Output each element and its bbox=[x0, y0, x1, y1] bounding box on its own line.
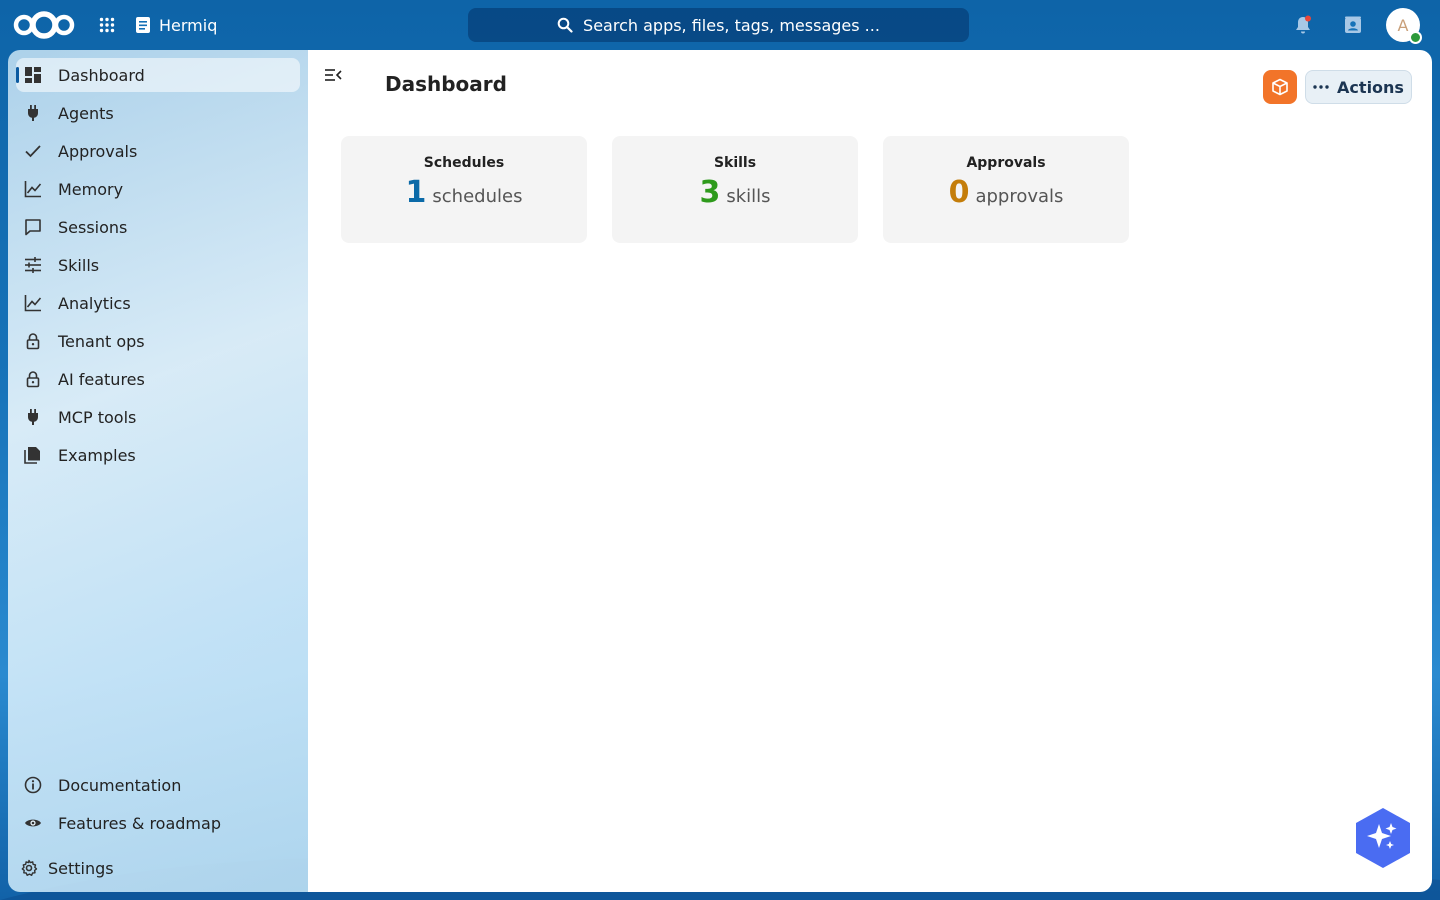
sidebar-item-label: Features & roadmap bbox=[58, 813, 221, 833]
current-app[interactable]: Hermiq bbox=[135, 13, 217, 37]
chart-line-icon bbox=[24, 294, 42, 312]
avatar-initial: A bbox=[1397, 15, 1409, 35]
sidebar-item-label: MCP tools bbox=[58, 407, 137, 427]
search-icon bbox=[557, 17, 573, 33]
gear-icon bbox=[20, 859, 38, 877]
sidebar-item-label: Settings bbox=[48, 858, 114, 878]
sidebar-item-skills[interactable]: Skills bbox=[16, 248, 300, 282]
eye-icon bbox=[24, 814, 42, 832]
card-value: 1 bbox=[405, 175, 427, 210]
sidebar-item-label: Dashboard bbox=[58, 65, 145, 85]
sidebar-item-label: Approvals bbox=[58, 141, 138, 161]
sidebar-item-tenant-ops[interactable]: Tenant ops bbox=[16, 324, 300, 358]
more-horizontal-icon bbox=[1313, 85, 1329, 89]
top-bar: Hermiq Search apps, files, tags, message… bbox=[0, 0, 1440, 50]
sidebar-item-agents[interactable]: Agents bbox=[16, 96, 300, 130]
card-value: 3 bbox=[699, 175, 721, 210]
plug-icon bbox=[24, 408, 42, 426]
app-name-label: Hermiq bbox=[159, 15, 218, 35]
sidebar-item-label: Sessions bbox=[58, 217, 128, 237]
sidebar-item-mcp-tools[interactable]: MCP tools bbox=[16, 400, 300, 434]
message-square-icon bbox=[24, 218, 42, 236]
cube-icon bbox=[1272, 78, 1288, 96]
sidebar-item-examples[interactable]: Examples bbox=[16, 438, 300, 472]
sidebar-item-settings[interactable]: Settings bbox=[12, 851, 296, 885]
sidebar-item-documentation[interactable]: Documentation bbox=[16, 768, 300, 802]
sidebar-item-dashboard[interactable]: Dashboard bbox=[16, 58, 300, 92]
sidebar-item-analytics[interactable]: Analytics bbox=[16, 286, 300, 320]
sidebar-item-sessions[interactable]: Sessions bbox=[16, 210, 300, 244]
chart-line-icon bbox=[24, 180, 42, 198]
documents-icon bbox=[24, 446, 42, 464]
nextcloud-logo[interactable] bbox=[12, 9, 76, 41]
plug-icon bbox=[24, 104, 42, 122]
sidebar-item-features-roadmap[interactable]: Features & roadmap bbox=[16, 806, 300, 840]
actions-button[interactable]: Actions bbox=[1305, 70, 1412, 104]
sidebar-item-label: AI features bbox=[58, 369, 145, 389]
card-unit: approvals bbox=[975, 186, 1064, 207]
lock-icon bbox=[24, 332, 42, 350]
notifications-bell-icon[interactable] bbox=[1292, 14, 1314, 36]
online-status-badge bbox=[1409, 31, 1422, 44]
contacts-icon[interactable] bbox=[1342, 14, 1364, 36]
search-input[interactable]: Search apps, files, tags, messages ... bbox=[468, 8, 969, 42]
main-content: Dashboard Actions Schedules 1 schedules … bbox=[308, 50, 1432, 892]
page-title: Dashboard bbox=[385, 72, 507, 96]
sidebar-item-ai-features[interactable]: AI features bbox=[16, 362, 300, 396]
stat-card-skills: Skills 3 skills bbox=[612, 136, 858, 243]
sidebar-item-label: Memory bbox=[58, 179, 124, 199]
stat-card-approvals: Approvals 0 approvals bbox=[883, 136, 1129, 243]
dashboard-icon bbox=[24, 66, 42, 84]
actions-label: Actions bbox=[1337, 77, 1404, 97]
user-avatar[interactable]: A bbox=[1386, 8, 1422, 44]
lock-icon bbox=[24, 370, 42, 388]
apps-grid-icon[interactable] bbox=[96, 14, 118, 36]
sidebar-item-label: Analytics bbox=[58, 293, 131, 313]
sidebar-item-memory[interactable]: Memory bbox=[16, 172, 300, 206]
card-value: 0 bbox=[948, 175, 970, 210]
check-icon bbox=[24, 142, 42, 160]
sidebar-item-label: Tenant ops bbox=[58, 331, 145, 351]
card-title: Approvals bbox=[966, 155, 1046, 171]
sliders-icon bbox=[24, 256, 42, 274]
toggle-sidebar-icon[interactable] bbox=[324, 66, 342, 84]
app-document-icon bbox=[136, 17, 150, 33]
sidebar-item-label: Skills bbox=[58, 255, 100, 275]
ai-assistant-button[interactable] bbox=[1353, 806, 1413, 870]
sidebar-item-label: Agents bbox=[58, 103, 114, 123]
info-icon bbox=[24, 776, 42, 794]
card-unit: schedules bbox=[432, 186, 523, 207]
card-title: Skills bbox=[713, 155, 757, 171]
app-package-button[interactable] bbox=[1263, 70, 1297, 104]
sidebar-item-label: Examples bbox=[58, 445, 136, 465]
card-title: Schedules bbox=[423, 155, 505, 171]
card-unit: skills bbox=[726, 186, 771, 207]
search-placeholder: Search apps, files, tags, messages ... bbox=[583, 15, 880, 35]
sidebar-item-label: Documentation bbox=[58, 775, 182, 795]
stat-card-schedules: Schedules 1 schedules bbox=[341, 136, 587, 243]
sidebar-item-approvals[interactable]: Approvals bbox=[16, 134, 300, 168]
sidebar: Dashboard Agents Approvals Memory Sessio… bbox=[8, 50, 308, 892]
